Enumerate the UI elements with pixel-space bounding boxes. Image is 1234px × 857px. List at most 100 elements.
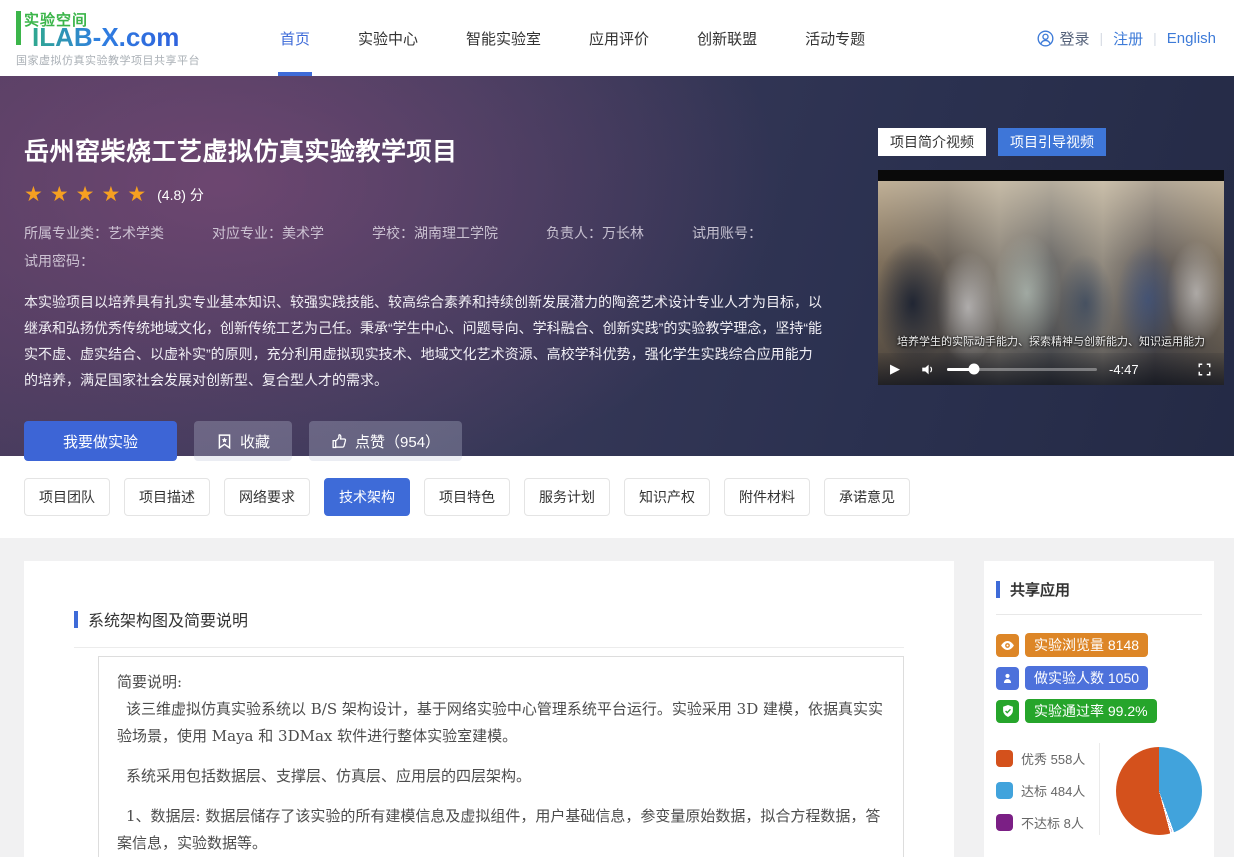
shared-usage-card: 共享应用 实验浏览量 8148 做实验人数 1050 xyxy=(984,561,1214,857)
nav-item-smart-lab[interactable]: 智能实验室 xyxy=(466,0,541,76)
auth-area: 登录 | 注册 | English xyxy=(1037,0,1216,76)
volume-icon[interactable] xyxy=(920,362,935,377)
project-meta-row2: 试用密码： xyxy=(24,251,830,279)
section-accent-bar xyxy=(74,611,78,628)
legend-item-fail: 不达标 8人 xyxy=(996,813,1093,832)
nav-item-activity-topics[interactable]: 活动专题 xyxy=(805,0,865,76)
content-area: 系统架构图及简要说明 简要说明: 该三维虚拟仿真实验系统以 B/S 架构设计，基… xyxy=(0,538,1234,857)
tab-intro-video[interactable]: 项目简介视频 xyxy=(878,128,986,156)
hero-banner: 岳州窑柴烧工艺虚拟仿真实验教学项目 ★ ★ ★ ★ ★ (4.8) 分 所属专业… xyxy=(0,76,1234,456)
divider: | xyxy=(1100,30,1104,46)
project-title: 岳州窑柴烧工艺虚拟仿真实验教学项目 xyxy=(24,132,830,168)
legend-label: 达标 484人 xyxy=(1021,781,1085,800)
language-link[interactable]: English xyxy=(1167,30,1216,47)
video-tabs: 项目简介视频 项目引导视频 xyxy=(878,128,1224,156)
video-progress-knob[interactable] xyxy=(969,364,980,375)
legend-pie-divider xyxy=(1099,743,1100,835)
do-experiment-button[interactable]: 我要做实验 xyxy=(24,421,177,461)
eye-icon xyxy=(996,634,1019,657)
project-description: 本实验项目以培养具有扎实专业基本知识、较强实践技能、较高综合素养和持续创新发展潜… xyxy=(24,289,824,393)
video-controls: ▶ -4:47 xyxy=(878,353,1224,385)
hero-actions: 我要做实验 收藏 点赞（954） xyxy=(24,421,830,461)
meta-trial-account: 试用账号： xyxy=(692,223,762,243)
tab-service-plan[interactable]: 服务计划 xyxy=(524,478,610,516)
arch-paragraph: 1、数据层: 数据层储存了该实验的所有建模信息及虚拟组件，用户基础信息，参变量原… xyxy=(117,803,885,857)
tab-network-requirements[interactable]: 网络要求 xyxy=(224,478,310,516)
meta-major-category: 所属专业类：艺术学类 xyxy=(24,223,164,243)
video-subtitle: 培养学生的实际动手能力、探索精神与创新能力、知识运用能力 xyxy=(878,333,1224,349)
legend-swatch xyxy=(996,814,1013,831)
like-button[interactable]: 点赞（954） xyxy=(309,421,462,461)
favorite-button[interactable]: 收藏 xyxy=(194,421,292,461)
nav-item-experiment-center[interactable]: 实验中心 xyxy=(358,0,418,76)
star-icon: ★ xyxy=(76,184,95,205)
section-tabs: 项目团队 项目描述 网络要求 技术架构 项目特色 服务计划 知识产权 附件材料 … xyxy=(0,456,1234,538)
tab-commitment[interactable]: 承诺意见 xyxy=(824,478,910,516)
grade-distribution: 优秀 558人 达标 484人 不达标 8人 xyxy=(996,743,1202,835)
arch-paragraph: 该三维虚拟仿真实验系统以 B/S 架构设计，基于网络实验中心管理系统平台运行。实… xyxy=(117,696,885,750)
meta-leader: 负责人：万长林 xyxy=(546,223,644,243)
stat-pass-rate-label: 实验通过率 99.2% xyxy=(1025,699,1157,723)
star-icon: ★ xyxy=(127,184,146,205)
bookmark-star-icon xyxy=(216,433,233,450)
legend-label: 不达标 8人 xyxy=(1021,813,1084,832)
logo-brand-en: ILAB-X.com xyxy=(32,24,179,50)
star-icon: ★ xyxy=(50,184,69,205)
meta-trial-password: 试用密码： xyxy=(24,251,94,271)
architecture-text-box: 简要说明: 该三维虚拟仿真实验系统以 B/S 架构设计，基于网络实验中心管理系统… xyxy=(98,656,904,857)
star-icon: ★ xyxy=(101,184,120,205)
register-link[interactable]: 注册 xyxy=(1113,28,1143,49)
legend-label: 优秀 558人 xyxy=(1021,749,1085,768)
pie-chart xyxy=(1116,747,1202,835)
arch-paragraph: 简要说明: xyxy=(117,669,885,696)
meta-major: 对应专业：美术学 xyxy=(212,223,324,243)
legend-swatch xyxy=(996,750,1013,767)
stat-views-label: 实验浏览量 8148 xyxy=(1025,633,1148,657)
video-panel: 项目简介视频 项目引导视频 培养学生的实际动手能力、探索精神与创新能力、知识运用… xyxy=(878,128,1224,385)
stat-participants-label: 做实验人数 1050 xyxy=(1025,666,1148,690)
tab-attachments[interactable]: 附件材料 xyxy=(724,478,810,516)
legend-item-excellent: 优秀 558人 xyxy=(996,749,1093,768)
tab-project-features[interactable]: 项目特色 xyxy=(424,478,510,516)
top-header: 实验空间 ILAB-X.com 国家虚拟仿真实验教学项目共享平台 首页 实验中心… xyxy=(0,0,1234,76)
section-title: 系统架构图及简要说明 xyxy=(88,607,248,631)
thumbs-up-icon xyxy=(331,433,348,450)
video-player[interactable]: 培养学生的实际动手能力、探索精神与创新能力、知识运用能力 ▶ -4:47 xyxy=(878,170,1224,385)
user-circle-icon xyxy=(1037,30,1054,47)
divider: | xyxy=(1153,30,1157,46)
arch-paragraph: 系统采用包括数据层、支撑层、仿真层、应用层的四层架构。 xyxy=(117,763,885,790)
section-divider xyxy=(74,647,904,648)
main-nav: 首页 实验中心 智能实验室 应用评价 创新联盟 活动专题 xyxy=(256,0,889,76)
meta-school: 学校：湖南理工学院 xyxy=(372,223,498,243)
stat-participants: 做实验人数 1050 xyxy=(996,666,1202,690)
sidebar-title: 共享应用 xyxy=(1010,579,1070,600)
login-link[interactable]: 登录 xyxy=(1037,28,1089,49)
stat-views: 实验浏览量 8148 xyxy=(996,633,1202,657)
nav-item-home[interactable]: 首页 xyxy=(280,0,310,76)
legend-swatch xyxy=(996,782,1013,799)
fullscreen-icon[interactable] xyxy=(1197,362,1212,377)
nav-item-app-evaluation[interactable]: 应用评价 xyxy=(589,0,649,76)
logo-i-bar xyxy=(16,11,21,45)
site-logo[interactable]: 实验空间 ILAB-X.com 国家虚拟仿真实验教学项目共享平台 xyxy=(16,9,226,68)
logo-tagline: 国家虚拟仿真实验教学项目共享平台 xyxy=(16,52,226,68)
video-time-remaining: -4:47 xyxy=(1109,362,1139,377)
star-icon: ★ xyxy=(24,184,43,205)
sidebar-divider xyxy=(996,614,1202,615)
tab-project-description[interactable]: 项目描述 xyxy=(124,478,210,516)
video-progress-bar[interactable] xyxy=(947,368,1097,371)
pie-legend: 优秀 558人 达标 484人 不达标 8人 xyxy=(996,743,1093,835)
like-label: 点赞（954） xyxy=(355,431,440,452)
rating-row: ★ ★ ★ ★ ★ (4.8) 分 xyxy=(24,184,830,205)
play-icon[interactable]: ▶ xyxy=(890,361,910,377)
tab-project-team[interactable]: 项目团队 xyxy=(24,478,110,516)
tab-technical-architecture[interactable]: 技术架构 xyxy=(324,478,410,516)
tab-intellectual-property[interactable]: 知识产权 xyxy=(624,478,710,516)
stat-pass-rate: 实验通过率 99.2% xyxy=(996,699,1202,723)
rating-score: (4.8) 分 xyxy=(157,185,204,205)
section-accent-bar xyxy=(996,581,1000,598)
tab-guide-video[interactable]: 项目引导视频 xyxy=(998,128,1106,156)
architecture-card: 系统架构图及简要说明 简要说明: 该三维虚拟仿真实验系统以 B/S 架构设计，基… xyxy=(24,561,954,857)
user-icon xyxy=(996,667,1019,690)
nav-item-innovation-alliance[interactable]: 创新联盟 xyxy=(697,0,757,76)
